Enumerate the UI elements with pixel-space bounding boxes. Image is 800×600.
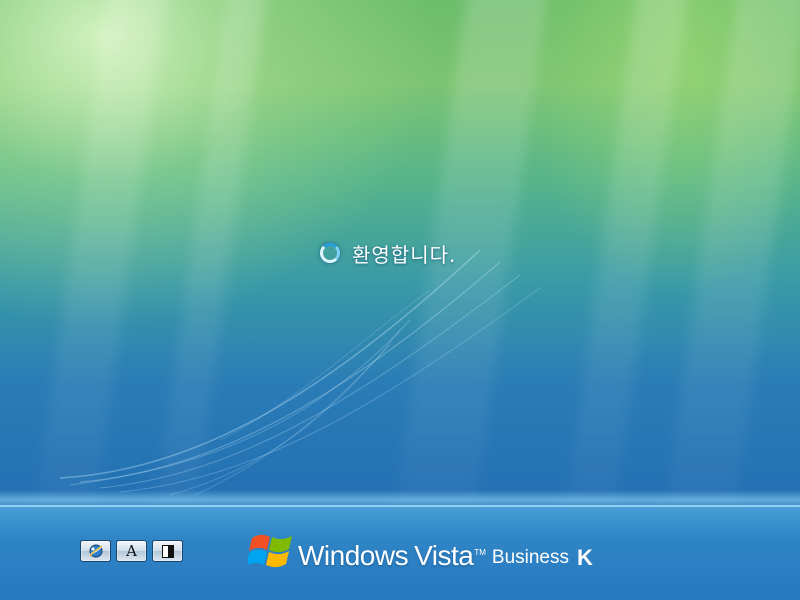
- brand-product: Vista: [414, 540, 474, 571]
- ease-of-access-icon: [88, 544, 102, 558]
- high-contrast-button[interactable]: [152, 540, 183, 562]
- brand-trademark: TM: [474, 548, 486, 557]
- large-text-icon: A: [126, 541, 137, 560]
- login-screen: 환영합니다. A Windows Vista TM Business K: [0, 0, 800, 600]
- brand-suffix: K: [577, 545, 593, 570]
- large-text-button[interactable]: A: [116, 540, 147, 562]
- brand-edition: Business: [491, 547, 570, 568]
- windows-flag-icon: [248, 534, 292, 568]
- welcome-message: 환영합니다.: [352, 242, 457, 267]
- brand-name: Windows: [298, 540, 409, 571]
- high-contrast-icon: [161, 544, 174, 558]
- windows-vista-logo: Windows Vista TM Business K: [248, 528, 593, 574]
- ease-of-access-toolbar: A: [80, 540, 183, 562]
- ease-of-access-button[interactable]: [80, 540, 111, 562]
- welcome-status: 환영합니다.: [318, 236, 456, 270]
- spinner-icon: [320, 243, 340, 263]
